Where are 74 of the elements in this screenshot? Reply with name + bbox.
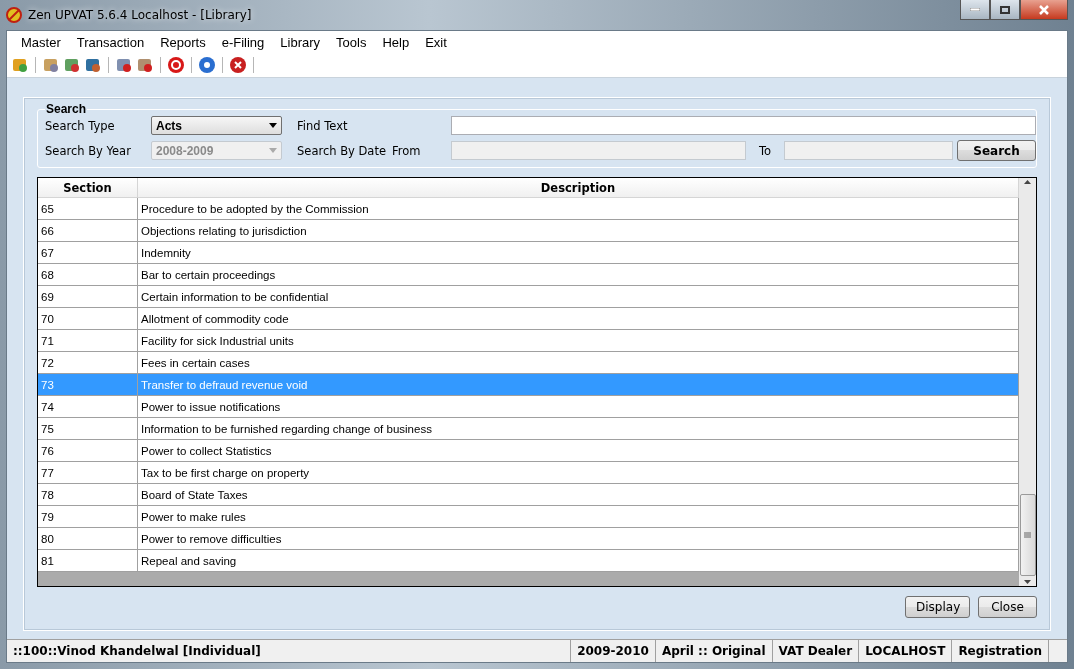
status-text: April :: Original bbox=[655, 640, 773, 662]
field-label: Find Text bbox=[297, 118, 349, 133]
menu-item[interactable]: Transaction bbox=[68, 34, 153, 50]
table-cell[interactable]: 81 bbox=[38, 550, 138, 572]
table-cell[interactable]: Bar to certain proceedings bbox=[138, 264, 1019, 286]
table-cell[interactable]: 75 bbox=[38, 418, 138, 440]
table-cell[interactable]: Power to issue notifications bbox=[138, 396, 1019, 418]
menu-item[interactable]: e-Filing bbox=[213, 34, 273, 50]
table-cell[interactable]: 71 bbox=[38, 330, 138, 352]
menu-item[interactable]: Master bbox=[13, 34, 69, 50]
close-button[interactable] bbox=[1020, 0, 1068, 20]
column-header[interactable]: Description bbox=[138, 178, 1019, 198]
scroll-down-icon[interactable] bbox=[1024, 580, 1031, 584]
maximize-button[interactable] bbox=[990, 0, 1020, 20]
status-text: 2009-2010 bbox=[571, 640, 656, 662]
find-text-field[interactable] bbox=[451, 116, 1036, 135]
search-type-dropdown[interactable]: Acts bbox=[151, 116, 282, 135]
minimize-icon bbox=[970, 8, 980, 11]
table-cell[interactable]: Tax to be first charge on property bbox=[138, 462, 1019, 484]
dialog-button[interactable]: Display bbox=[905, 596, 970, 618]
table-cell[interactable]: Power to remove difficulties bbox=[138, 528, 1019, 550]
close-icon bbox=[1038, 4, 1050, 15]
table-cell[interactable]: Procedure to be adopted by the Commission bbox=[138, 198, 1019, 220]
minimize-button[interactable] bbox=[960, 0, 990, 20]
dialog-button[interactable]: Close bbox=[978, 596, 1037, 618]
status-text: VAT Dealer bbox=[772, 640, 860, 662]
table-cell[interactable]: Information to be furnished regarding change of business bbox=[138, 418, 1019, 440]
group-title: Search bbox=[45, 102, 88, 116]
vertical-scrollbar[interactable] bbox=[1019, 178, 1036, 586]
menu-item[interactable]: Help bbox=[374, 34, 418, 50]
table-cell[interactable]: 68 bbox=[38, 264, 138, 286]
table-cell[interactable]: 72 bbox=[38, 352, 138, 374]
status-text: ::100::Vinod Khandelwal [Individual] bbox=[7, 640, 572, 662]
table-cell[interactable]: Fees in certain cases bbox=[138, 352, 1019, 374]
table-cell[interactable]: 79 bbox=[38, 506, 138, 528]
field-label: Search Type bbox=[45, 118, 116, 133]
menu-item[interactable]: Tools bbox=[328, 34, 375, 50]
status-text: LOCALHOST bbox=[859, 640, 953, 662]
table-cell[interactable]: 76 bbox=[38, 440, 138, 462]
table-cell[interactable]: 80 bbox=[38, 528, 138, 550]
dropdown-arrow-icon bbox=[269, 148, 277, 153]
table-cell[interactable]: 78 bbox=[38, 484, 138, 506]
field-label: To bbox=[757, 143, 773, 158]
table-cell[interactable]: Objections relating to jurisdiction bbox=[138, 220, 1019, 242]
field-label: Search By Date bbox=[297, 143, 386, 158]
table-cell[interactable]: Board of State Taxes bbox=[138, 484, 1019, 506]
field-label: Search By Year bbox=[45, 143, 132, 158]
menu-item[interactable]: Exit bbox=[417, 34, 455, 50]
table-cell[interactable]: Power to make rules bbox=[138, 506, 1019, 528]
menu-item[interactable]: Library bbox=[272, 34, 329, 50]
dropdown-arrow-icon bbox=[269, 123, 277, 128]
table-cell[interactable]: Power to collect Statistics bbox=[138, 440, 1019, 462]
column-header[interactable]: Section bbox=[38, 178, 138, 198]
table-cell[interactable]: 70 bbox=[38, 308, 138, 330]
table-cell[interactable]: 67 bbox=[38, 242, 138, 264]
close-icon[interactable] bbox=[229, 56, 247, 74]
field-label: From bbox=[392, 143, 421, 158]
table-cell[interactable]: 77 bbox=[38, 462, 138, 484]
maximize-icon bbox=[1000, 5, 1010, 14]
table-cell[interactable]: Repeal and saving bbox=[138, 550, 1019, 572]
table-cell[interactable]: 74 bbox=[38, 396, 138, 418]
scroll-up-icon[interactable] bbox=[1024, 180, 1031, 184]
menu-item[interactable]: Reports bbox=[152, 34, 214, 50]
app-logo-icon bbox=[6, 7, 22, 23]
window-title: Zen UPVAT 5.6.4 Localhost - [Library] bbox=[28, 8, 252, 22]
table-cell[interactable]: 66 bbox=[38, 220, 138, 242]
table-cell[interactable]: Certain information to be confidential bbox=[138, 286, 1019, 308]
table-cell[interactable]: 65 bbox=[38, 198, 138, 220]
table-cell[interactable]: Allotment of commodity code bbox=[138, 308, 1019, 330]
status-text: Registration bbox=[952, 640, 1049, 662]
table-cell[interactable]: Indemnity bbox=[138, 242, 1019, 264]
table-cell[interactable]: 69 bbox=[38, 286, 138, 308]
search-button[interactable]: Search bbox=[957, 140, 1036, 161]
table-cell[interactable]: Facility for sick Industrial units bbox=[138, 330, 1019, 352]
